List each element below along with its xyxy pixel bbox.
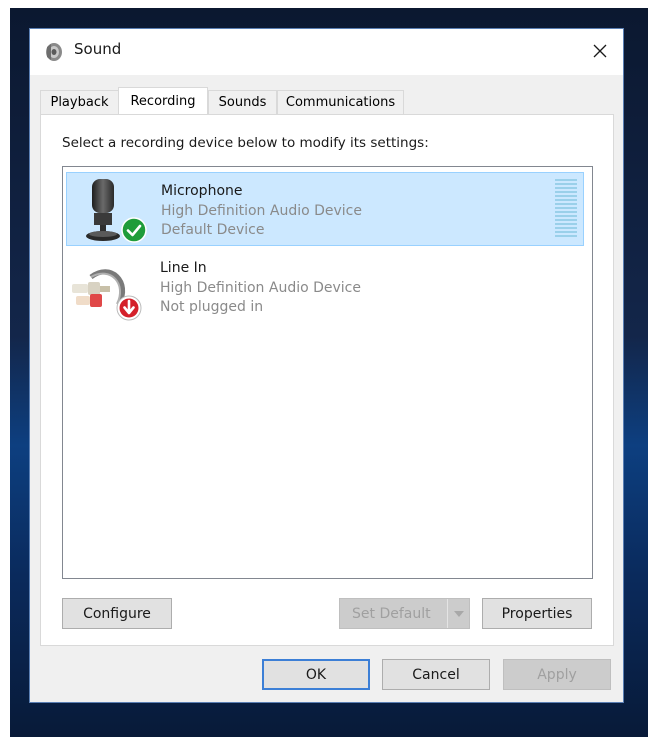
tab-playback[interactable]: Playback: [40, 90, 119, 114]
device-name: Microphone: [161, 183, 243, 199]
instruction-text: Select a recording device below to modif…: [62, 135, 429, 151]
cancel-button[interactable]: Cancel: [382, 659, 490, 690]
device-item-line-in[interactable]: Line In High Definition Audio Device Not…: [66, 250, 584, 324]
default-checkmark-icon: [121, 217, 147, 243]
title-bar: Sound: [30, 29, 623, 75]
window-title: Sound: [74, 40, 122, 58]
properties-button[interactable]: Properties: [482, 598, 592, 629]
recording-device-list[interactable]: Microphone High Definition Audio Device …: [62, 166, 593, 579]
recording-tab-panel: Select a recording device below to modif…: [40, 114, 614, 646]
device-description: High Definition Audio Device: [160, 280, 361, 296]
tab-sounds[interactable]: Sounds: [208, 90, 277, 114]
sound-dialog: Sound Playback Recording Sounds Communic…: [29, 28, 624, 703]
close-icon: [593, 43, 607, 62]
chevron-down-icon[interactable]: [447, 599, 469, 628]
configure-button[interactable]: Configure: [62, 598, 172, 629]
tab-communications[interactable]: Communications: [277, 90, 404, 114]
set-default-label: Set Default: [352, 605, 431, 622]
ok-button[interactable]: OK: [262, 659, 370, 690]
close-button[interactable]: [577, 29, 623, 75]
device-description: High Definition Audio Device: [161, 203, 362, 219]
device-item-microphone[interactable]: Microphone High Definition Audio Device …: [66, 172, 584, 246]
device-name: Line In: [160, 260, 207, 276]
device-status: Not plugged in: [160, 299, 264, 315]
unplugged-arrow-icon: [116, 295, 142, 321]
tab-recording[interactable]: Recording: [118, 87, 208, 114]
speaker-icon: [43, 41, 65, 63]
set-default-split-button[interactable]: Set Default: [339, 598, 470, 629]
level-meter: [555, 178, 577, 240]
apply-button[interactable]: Apply: [503, 659, 611, 690]
device-status: Default Device: [161, 222, 265, 238]
